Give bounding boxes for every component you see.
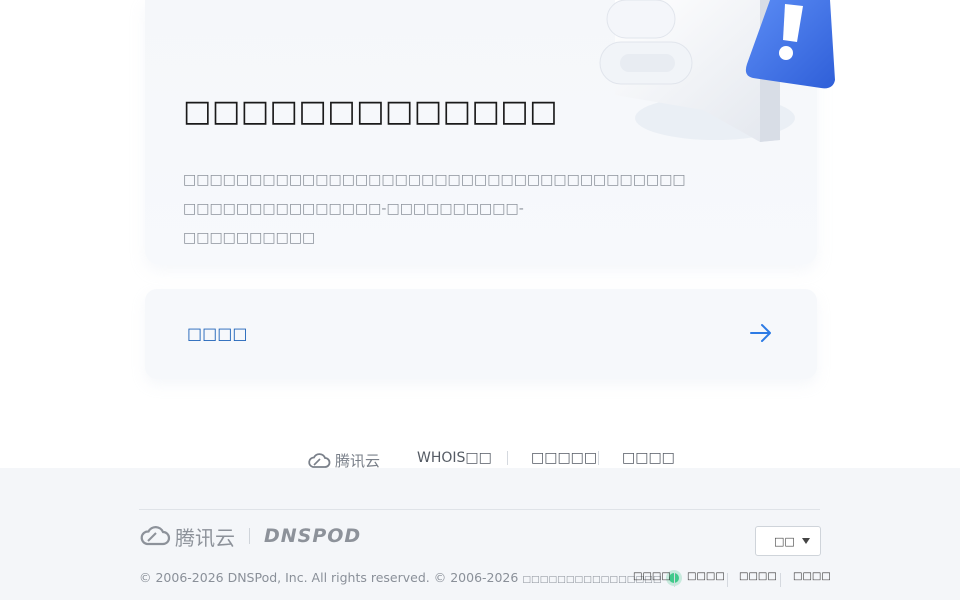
page: □□□□□□□□□□□□□ □□□□□□□□□□□□□□□□□□□□□□□□□□…: [0, 0, 960, 600]
dnspod-logo[interactable]: DNSPOD: [264, 525, 361, 547]
action-link-card[interactable]: □□□□: [145, 289, 817, 379]
divider: [674, 573, 675, 587]
footer: 腾讯云 DNSPOD □□ © 2006-2026 DNSPod, Inc. A…: [0, 468, 960, 600]
footer-link-2[interactable]: □□□□: [687, 571, 725, 582]
secondary-link-2[interactable]: □□□□□: [531, 450, 597, 466]
secondary-link-3[interactable]: □□□□: [622, 450, 675, 466]
error-description-line-2: □□□□□□□□□□□□□□□-□□□□□□□□□□-□□□□□□□□□□: [183, 201, 524, 246]
divider: [780, 573, 781, 587]
copyright: © 2006-2026 DNSPod, Inc. All rights rese…: [139, 570, 679, 585]
footer-link-1[interactable]: □□□□: [633, 571, 671, 582]
arrow-right-icon[interactable]: [749, 323, 773, 343]
copyright-text: © 2006-2026 DNSPod, Inc. All rights rese…: [139, 570, 519, 585]
cloud-icon: [140, 526, 171, 546]
error-description-line-1: □□□□□□□□□□□□□□□□□□□□□□□□□□□□□□□□□□□□□□: [183, 172, 686, 188]
action-link-label[interactable]: □□□□: [187, 324, 247, 343]
tencent-cloud-logo[interactable]: 腾讯云: [139, 522, 235, 551]
caret-down-icon: [802, 538, 810, 544]
footer-brand: 腾讯云 DNSPOD: [139, 522, 361, 551]
error-title: □□□□□□□□□□□□□: [183, 94, 558, 129]
divider: [727, 573, 728, 587]
divider: [507, 451, 508, 465]
divider: [598, 451, 599, 465]
footer-link-4[interactable]: □□□□: [793, 571, 831, 582]
error-description: □□□□□□□□□□□□□□□□□□□□□□□□□□□□□□□□□□□□□□ □…: [183, 166, 686, 253]
language-select-value: □□: [774, 534, 795, 548]
cloud-icon: [308, 452, 331, 468]
language-select[interactable]: □□: [755, 526, 821, 556]
whois-link[interactable]: WHOIS□□: [417, 450, 492, 466]
footer-link-3[interactable]: □□□□: [739, 571, 777, 582]
tencent-cloud-brand-label: 腾讯云: [175, 525, 235, 550]
brand-divider: [249, 528, 250, 544]
warning-illustration-icon: [599, 0, 835, 142]
footer-divider: [139, 509, 820, 510]
